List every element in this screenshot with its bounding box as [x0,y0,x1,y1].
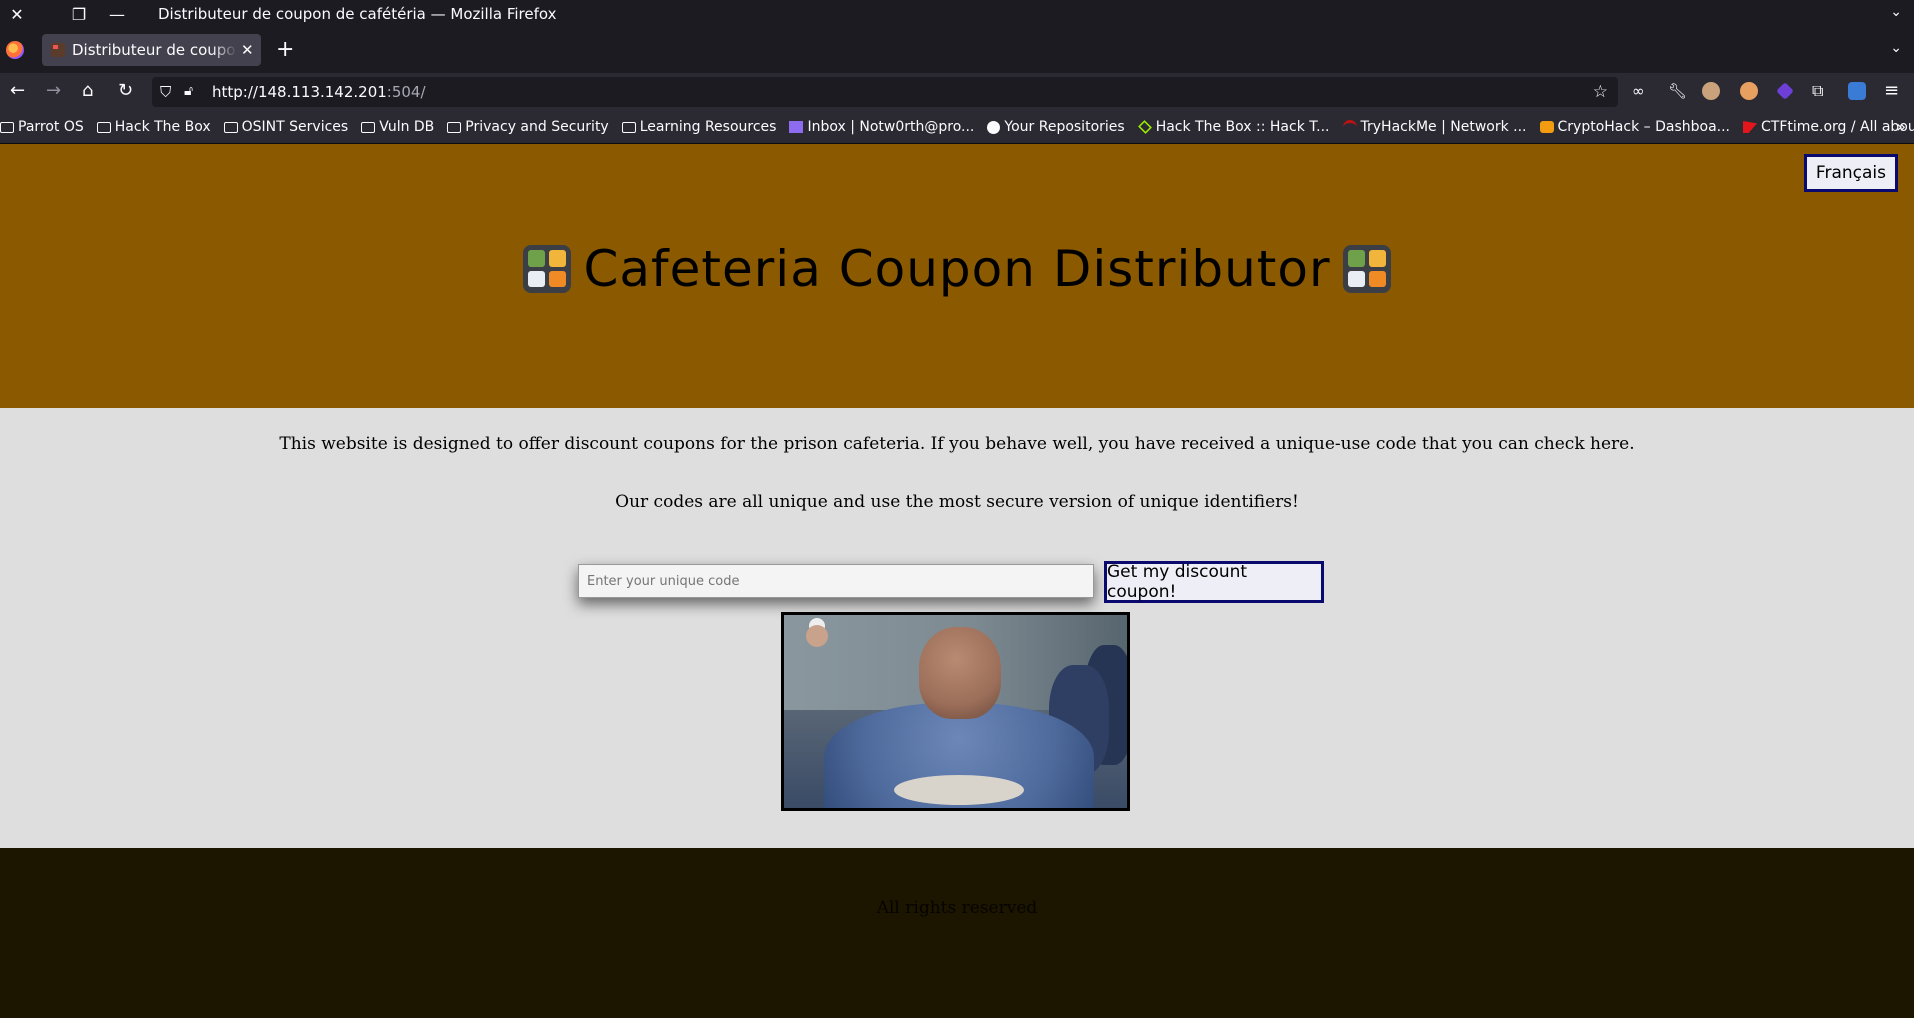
folder-icon [361,121,376,133]
close-window-icon[interactable]: ✕ [0,0,34,28]
home-icon[interactable]: ⌂ [82,81,93,101]
bookmark-item[interactable]: Parrot OS [0,119,84,135]
hamburger-menu-icon[interactable]: ≡ [1884,81,1899,101]
more-bookmarks-chevron-icon[interactable]: » [1896,117,1906,136]
prison-cafeteria-image [781,612,1130,811]
bookmark-item[interactable]: Hack The Box [96,119,211,135]
unique-code-input[interactable] [578,564,1094,598]
bookmark-item[interactable]: Privacy and Security [447,119,609,135]
extensions-puzzle-icon[interactable]: ⧉ [1812,81,1823,101]
proton-mail-icon [789,121,804,133]
url-bar[interactable]: ⛉ 🔓︎ http://148.113.142.201:504/ ☆ [152,77,1618,107]
bookmark-item[interactable]: Your Repositories [987,119,1125,135]
tab-active[interactable]: Distributeur de coupon de cafétéria ✕ [42,34,261,66]
folder-icon [621,121,636,133]
extension-cookie-icon[interactable] [1740,82,1758,100]
language-toggle-button[interactable]: Français [1803,154,1898,192]
forward-icon[interactable]: → [46,81,61,101]
restore-window-icon[interactable]: ❐ [62,0,96,28]
bento-box-icon [523,245,572,293]
htb-icon [1137,120,1152,134]
new-tab-icon[interactable]: + [276,37,294,63]
bookmark-item[interactable]: CTFtime.org / All abou... [1743,119,1914,135]
tab-strip: Distributeur de coupon de cafétéria ✕ + … [0,28,1914,73]
extension-diamond-icon[interactable] [1776,82,1794,100]
cryptohack-icon [1539,121,1554,133]
bento-box-icon [1342,245,1391,293]
folder-icon [223,121,238,133]
bookmarks-toolbar: Parrot OS Hack The Box OSINT Services Vu… [0,111,1914,144]
bookmark-item[interactable]: Vuln DB [361,119,434,135]
tab-close-icon[interactable]: ✕ [241,41,254,59]
wrench-icon[interactable]: 🔧︎ [1668,81,1687,101]
bookmark-item[interactable]: Learning Resources [621,119,776,135]
private-mask-icon[interactable]: ∞ [1632,81,1645,101]
minimize-window-icon[interactable]: — [100,0,134,28]
footer-copyright: All rights reserved [876,898,1038,918]
navigation-bar: ← → ⌂ ↻ ⛉ 🔓︎ http://148.113.142.201:504/… [0,73,1914,111]
ctftime-icon [1743,121,1757,133]
github-icon [987,120,1001,134]
bookmark-item[interactable]: Hack The Box :: Hack T... [1137,119,1330,135]
firefox-logo-icon[interactable] [6,41,24,59]
bookmark-star-icon[interactable]: ☆ [1593,82,1608,102]
insecure-lock-icon[interactable]: 🔓︎ [184,83,193,99]
bookmark-item[interactable]: OSINT Services [223,119,348,135]
site-favicon-icon [51,43,65,57]
folder-icon [96,121,111,133]
reload-icon[interactable]: ↻ [118,81,133,101]
back-icon[interactable]: ← [10,81,25,101]
folder-icon [447,121,462,133]
url-text[interactable]: http://148.113.142.201:504/ [212,83,426,101]
translate-extension-icon[interactable] [1848,82,1866,100]
window-titlebar: ✕ ❐ — Distributeur de coupon de cafétéri… [0,0,1914,28]
page-title: Cafeteria Coupon Distributor [0,240,1914,298]
bookmark-item[interactable]: CryptoHack – Dashboa... [1539,119,1730,135]
tryhackme-icon [1342,119,1357,135]
list-all-tabs-icon[interactable]: ⌄ [1890,40,1902,56]
page-footer: All rights reserved [0,848,1914,1018]
hero-header: Français Cafeteria Coupon Distributor [0,144,1914,408]
chevron-down-icon[interactable]: ⌄ [1890,4,1902,20]
get-coupon-button[interactable]: Get my discount coupon! [1104,561,1324,603]
folder-icon [0,121,14,133]
codes-paragraph: Our codes are all unique and use the mos… [615,492,1299,512]
tracking-protection-shield-icon[interactable]: ⛉ [160,83,171,101]
bookmark-item[interactable]: TryHackMe | Network ... [1342,119,1527,135]
window-title: Distributeur de coupon de cafétéria — Mo… [158,5,557,23]
bookmark-item[interactable]: Inbox | Notw0rth@pro... [789,119,974,135]
web-page: Français Cafeteria Coupon Distributor Th… [0,144,1914,1018]
tab-label: Distributeur de coupon de cafétéria [72,41,237,59]
extension-face-icon[interactable] [1702,82,1720,100]
intro-paragraph: This website is designed to offer discou… [279,434,1635,454]
page-title-text: Cafeteria Coupon Distributor [583,240,1331,298]
